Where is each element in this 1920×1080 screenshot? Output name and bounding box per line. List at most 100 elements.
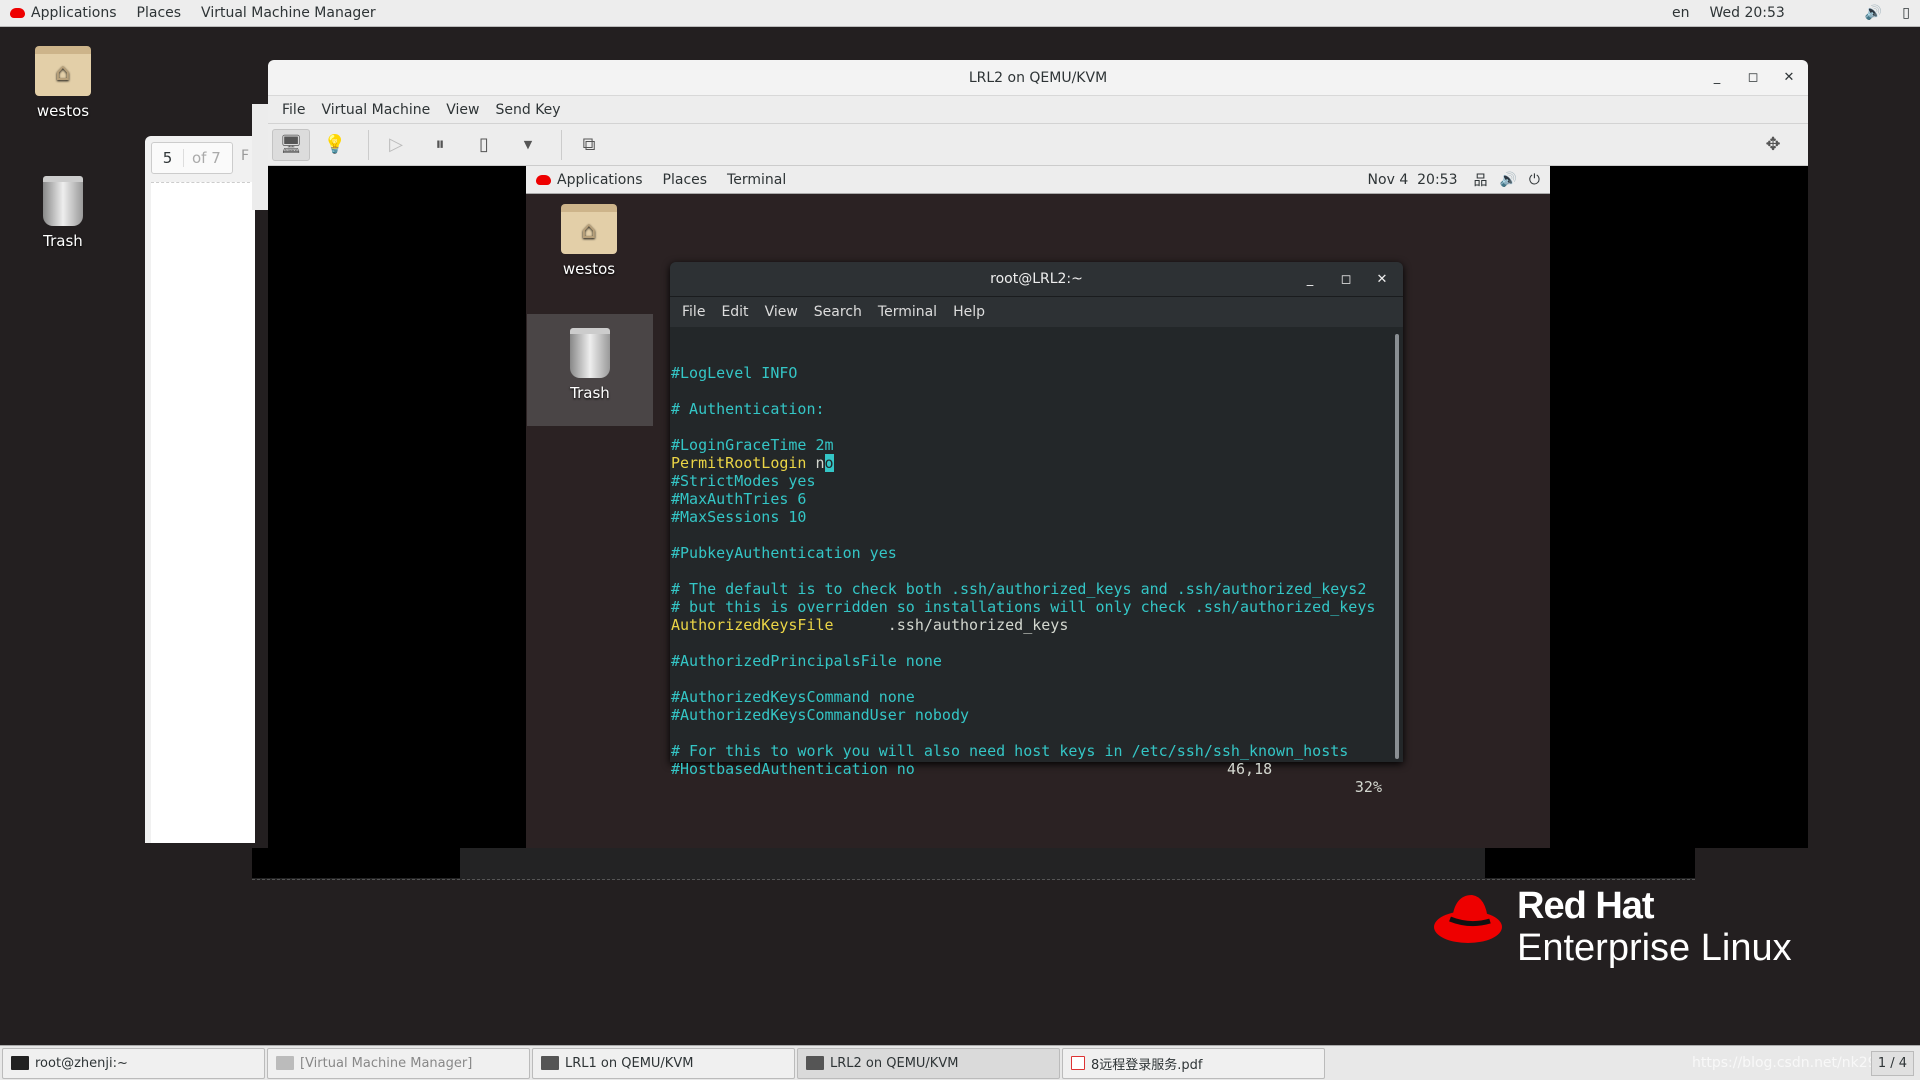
terminal-line: PermitRootLogin no (671, 454, 1403, 472)
cursor-position: 46,18 (1227, 760, 1273, 778)
guest-places-menu[interactable]: Places (653, 172, 718, 188)
terminal-text: AuthorizedKeysFile (671, 616, 834, 634)
menu-search[interactable]: Search (806, 304, 870, 320)
details-bulb-icon[interactable]: 💡 (316, 129, 354, 161)
guest-display[interactable]: Applications Places Terminal Nov 4 20:53… (526, 166, 1550, 848)
guest-icon-trash[interactable]: Trash (527, 314, 653, 426)
terminal-text: n (806, 454, 825, 472)
redhat-logo: Red Hat Enterprise Linux (1432, 885, 1812, 985)
language-indicator[interactable]: en (1662, 5, 1700, 21)
terminal-icon (11, 1056, 29, 1070)
terminal-window[interactable]: root@LRL2:~ _ ◻ ✕ File Edit View Search Te… (670, 262, 1403, 796)
volume-icon[interactable]: 🔊 (1855, 5, 1892, 21)
terminal-line: # but this is overridden so installation… (671, 598, 1403, 616)
applications-menu[interactable]: Applications (0, 5, 127, 21)
menu-terminal[interactable]: Terminal (870, 304, 945, 320)
applications-label: Applications (557, 171, 643, 188)
text-cursor: o (824, 454, 834, 472)
fullscreen-icon[interactable]: ✥ (1754, 129, 1792, 161)
terminal-text: #LoginGraceTime 2m (671, 436, 834, 454)
task-pdf[interactable]: 8远程登录服务.pdf (1062, 1047, 1325, 1079)
menu-bar: File Virtual Machine View Send Key (268, 96, 1808, 124)
terminal-line: AuthorizedKeysFile .ssh/authorized_keys (671, 616, 1403, 634)
terminal-text: .ssh/authorized_keys (833, 616, 1069, 634)
task-terminal[interactable]: root@zhenji:~ (2, 1047, 265, 1079)
guest-top-bar: Applications Places Terminal Nov 4 20:53… (526, 166, 1550, 194)
vm-icon (806, 1056, 824, 1070)
terminal-text: #AuthorizedKeysCommandUser nobody (671, 706, 970, 724)
vm-icon (541, 1056, 559, 1070)
menu-help[interactable]: Help (945, 304, 993, 320)
terminal-text: #LogLevel INFO (671, 364, 798, 382)
minimize-icon[interactable]: _ (1303, 272, 1317, 287)
task-virt-manager[interactable]: [Virtual Machine Manager] (267, 1047, 530, 1079)
close-icon[interactable]: ✕ (1375, 272, 1389, 287)
menu-view[interactable]: View (438, 102, 487, 118)
icon-label: westos (562, 260, 616, 278)
vm-console-window[interactable]: LRL2 on QEMU/KVM _ ◻ ✕ File Virtual Machin… (268, 60, 1808, 848)
terminal-text: #AuthorizedPrincipalsFile none (671, 652, 942, 670)
terminal-line: #AuthorizedPrincipalsFile none (671, 652, 1403, 670)
pdf-viewer-window[interactable]: 5 of 7 F (145, 136, 255, 843)
menu-edit[interactable]: Edit (713, 304, 756, 320)
run-icon[interactable]: ▷ (377, 129, 415, 161)
task-lrl1[interactable]: LRL1 on QEMU/KVM (532, 1047, 795, 1079)
pause-icon[interactable]: ⏸ (421, 129, 459, 161)
task-label: 8远程登录服务.pdf (1091, 1057, 1203, 1073)
close-icon[interactable]: ✕ (1782, 70, 1796, 85)
app-menu[interactable]: Virtual Machine Manager (191, 5, 386, 21)
terminal-text: # but this is overridden so installation… (671, 598, 1376, 616)
task-label: root@zhenji:~ (35, 1055, 128, 1071)
page-number-input[interactable]: 5 (152, 149, 184, 167)
icon-label: westos (36, 102, 90, 120)
battery-icon[interactable]: ▯ (1892, 5, 1920, 21)
desktop-icon-trash[interactable]: Trash (13, 176, 113, 250)
workspace-switcher[interactable]: 1 / 4 (1870, 1051, 1914, 1076)
places-menu[interactable]: Places (127, 5, 192, 21)
guest-terminal-menu[interactable]: Terminal (717, 172, 796, 188)
network-icon[interactable]: 品 (1467, 170, 1493, 190)
terminal-text: # Authentication: (671, 400, 825, 418)
maximize-icon[interactable]: ◻ (1746, 70, 1760, 85)
terminal-line: #AuthorizedKeysCommand none (671, 688, 1403, 706)
clock[interactable]: Wed 20:53 (1700, 5, 1795, 21)
terminal-line: # The default is to check both .ssh/auth… (671, 580, 1403, 598)
menu-view[interactable]: View (757, 304, 806, 320)
folder-home-icon (35, 46, 91, 96)
menu-send-key[interactable]: Send Key (487, 102, 568, 118)
minimize-icon[interactable]: _ (1710, 70, 1724, 85)
applications-label: Applications (31, 5, 117, 21)
guest-icon-westos[interactable]: westos (539, 204, 639, 278)
icon-label: Trash (570, 384, 610, 402)
power-icon[interactable]: ⏻ (1523, 172, 1550, 188)
terminal-text: PermitRootLogin (671, 454, 807, 472)
terminal-text: #MaxSessions 10 (671, 508, 807, 526)
volume-icon[interactable]: 🔊 (1493, 172, 1522, 188)
page-count: of 7 (192, 149, 221, 167)
terminal-title: root@LRL2:~ (990, 271, 1083, 287)
console-icon[interactable]: 🖥 (272, 128, 310, 161)
desktop-icon-westos[interactable]: westos (13, 46, 113, 120)
snapshots-icon[interactable]: ⧉ (570, 129, 608, 161)
terminal-line: #MaxAuthTries 6 (671, 490, 1403, 508)
menu-file[interactable]: File (274, 102, 313, 118)
task-lrl2[interactable]: LRL2 on QEMU/KVM (797, 1047, 1060, 1079)
shutdown-menu-icon[interactable]: ▼ (509, 129, 547, 161)
maximize-icon[interactable]: ◻ (1339, 272, 1353, 287)
terminal-line: # Authentication: (671, 400, 1403, 418)
terminal-text: #MaxAuthTries 6 (671, 490, 807, 508)
trash-icon (570, 328, 610, 378)
guest-clock[interactable]: Nov 4 20:53 (1358, 172, 1468, 188)
redhat-icon (536, 174, 551, 185)
guest-applications-menu[interactable]: Applications (526, 172, 653, 188)
shutdown-icon[interactable]: ▯ (465, 129, 503, 161)
menu-file[interactable]: File (674, 304, 713, 320)
scrollbar[interactable] (1395, 334, 1399, 759)
vim-status-line: 46,18 32% (670, 742, 1382, 796)
task-label: LRL1 on QEMU/KVM (565, 1055, 694, 1071)
menu-virtual-machine[interactable]: Virtual Machine (313, 102, 438, 118)
terminal-text-area[interactable]: #LogLevel INFO # Authentication: #LoginGra… (670, 327, 1403, 796)
